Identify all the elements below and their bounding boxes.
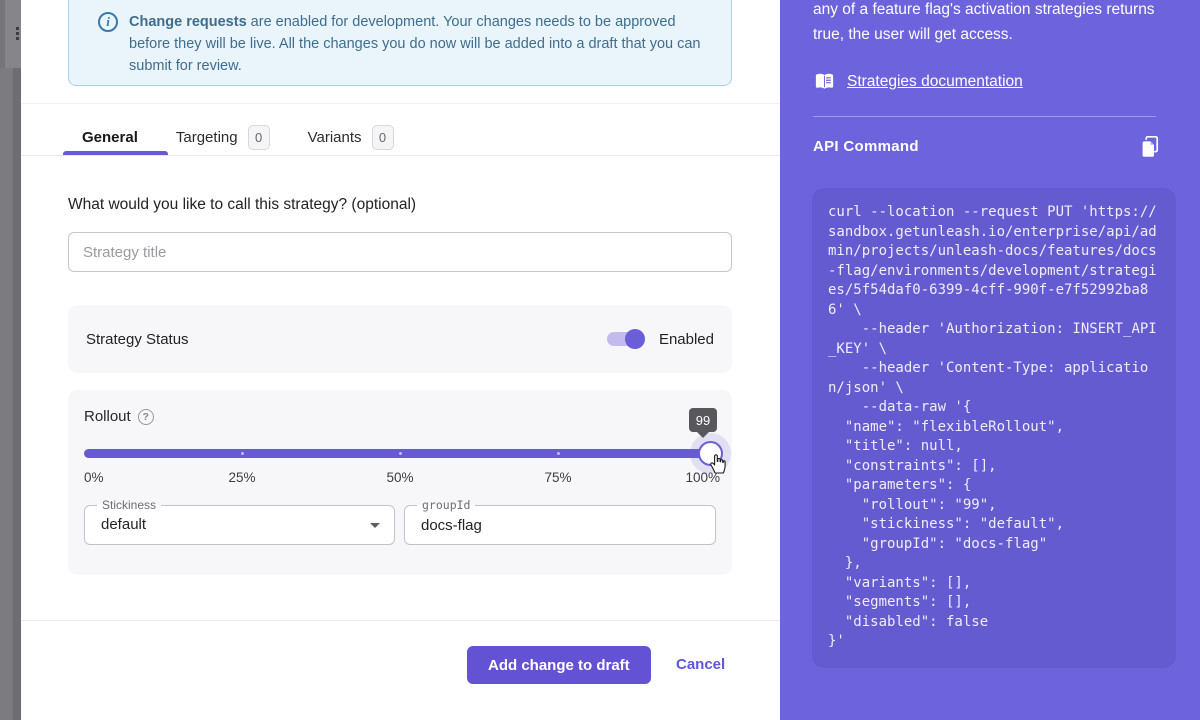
copy-button[interactable] <box>1138 134 1162 160</box>
docs-link-row: Strategies documentation <box>813 70 1023 93</box>
strategy-modal: i Change requests are enabled for develo… <box>21 0 780 720</box>
strategy-intro-text: any of a feature flag's activation strat… <box>813 0 1165 47</box>
dimmed-edge <box>0 0 5 68</box>
slider-labels: 0% 25% 50% 75% 100% <box>68 470 732 486</box>
groupid-field: groupId <box>404 505 716 545</box>
banner-text-bold: Change requests <box>129 14 247 30</box>
dimmed-band <box>13 68 21 720</box>
change-requests-banner: i Change requests are enabled for develo… <box>68 0 732 86</box>
footer-divider <box>21 620 780 621</box>
kebab-menu-icon <box>16 27 20 42</box>
slider-tick-75 <box>557 452 560 455</box>
strategy-title-question: What would you like to call this strateg… <box>68 196 416 214</box>
api-command-title: API Command <box>813 138 919 155</box>
rollout-card: Rollout ? 99 0% 25% 50% 75% 100% Stickin… <box>68 390 732 575</box>
stickiness-value: default <box>101 506 146 544</box>
strategies-documentation-link[interactable]: Strategies documentation <box>847 73 1023 91</box>
cancel-button[interactable]: Cancel <box>676 646 725 684</box>
slider-tick-50 <box>399 452 402 455</box>
groupid-label: groupId <box>417 498 475 512</box>
chevron-down-icon <box>370 523 380 533</box>
help-sidebar: any of a feature flag's activation strat… <box>780 0 1200 720</box>
copy-icon <box>1138 134 1162 160</box>
tab-variants[interactable]: Variants 0 <box>289 119 413 155</box>
rollout-slider-track[interactable] <box>84 449 717 458</box>
tab-targeting[interactable]: Targeting 0 <box>157 119 289 155</box>
api-command-code[interactable]: curl --location --request PUT 'https://s… <box>812 188 1176 668</box>
info-icon: i <box>98 12 118 32</box>
strategy-status-value: Enabled <box>659 331 714 348</box>
sidebar-divider <box>813 116 1156 117</box>
strategy-status-toggle[interactable] <box>607 329 645 349</box>
dimmed-backdrop <box>0 0 21 720</box>
strategy-status-label: Strategy Status <box>86 331 189 348</box>
rollout-label: Rollout <box>84 408 131 425</box>
tab-variants-badge: 0 <box>372 125 394 150</box>
tabs-divider <box>21 155 780 156</box>
help-icon[interactable]: ? <box>138 409 154 425</box>
strategy-title-input[interactable] <box>68 232 732 272</box>
header-divider <box>21 103 780 104</box>
banner-text: Change requests are enabled for developm… <box>129 11 709 77</box>
rollout-value-tooltip: 99 <box>689 408 717 432</box>
slider-tick-25 <box>241 452 244 455</box>
tab-bar: General Targeting 0 Variants 0 <box>63 119 413 155</box>
stickiness-select[interactable]: Stickiness default <box>84 505 395 545</box>
tab-targeting-badge: 0 <box>248 125 270 150</box>
strategy-status-card: Strategy Status Enabled <box>68 305 732 373</box>
add-change-to-draft-button[interactable]: Add change to draft <box>467 646 651 684</box>
toggle-knob <box>625 329 645 349</box>
book-icon <box>813 70 836 93</box>
tab-general[interactable]: General <box>63 119 157 155</box>
